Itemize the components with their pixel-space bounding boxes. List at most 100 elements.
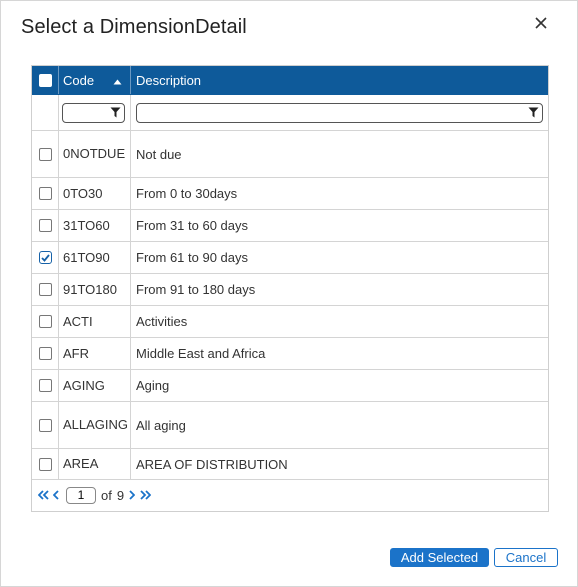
row-checkbox[interactable] bbox=[38, 457, 52, 471]
code-cell: AGING bbox=[59, 370, 131, 401]
column-header-code[interactable]: Code bbox=[59, 66, 131, 94]
row-checkbox[interactable] bbox=[38, 147, 52, 161]
select-all-checkbox[interactable] bbox=[38, 73, 52, 87]
cancel-button[interactable]: Cancel bbox=[494, 548, 558, 567]
row-checkbox[interactable] bbox=[38, 379, 52, 392]
description-cell: AREA OF DISTRIBUTION bbox=[131, 449, 548, 479]
table-row[interactable]: ACTI Activities bbox=[32, 306, 548, 338]
last-page-button[interactable] bbox=[139, 488, 152, 503]
description-value: Not due bbox=[136, 146, 182, 162]
column-header-description-label: Description bbox=[136, 72, 202, 88]
code-cell: 31TO60 bbox=[59, 210, 131, 241]
row-checkbox[interactable] bbox=[38, 187, 52, 200]
filter-icon[interactable] bbox=[108, 107, 124, 118]
row-checkbox[interactable] bbox=[38, 283, 52, 296]
description-value: All aging bbox=[136, 417, 186, 433]
row-select-cell bbox=[32, 274, 59, 305]
page-number-input[interactable] bbox=[66, 486, 96, 504]
row-select-cell bbox=[32, 242, 59, 273]
row-checkbox[interactable] bbox=[38, 418, 52, 432]
row-checkbox[interactable] bbox=[38, 347, 52, 360]
grid-header-row: Code Description bbox=[32, 66, 548, 95]
description-value: From 31 to 60 days bbox=[136, 218, 248, 233]
description-value: From 61 to 90 days bbox=[136, 250, 248, 265]
table-row[interactable]: 91TO180 From 91 to 180 days bbox=[32, 274, 548, 306]
add-selected-button[interactable]: Add Selected bbox=[390, 548, 489, 567]
row-select-cell bbox=[32, 306, 59, 337]
close-icon bbox=[534, 16, 548, 35]
grid-body: 0NOTDUE Not due 0TO30 From 0 to 30days 31TO6… bbox=[32, 131, 548, 480]
first-page-button[interactable] bbox=[37, 488, 50, 503]
row-select-cell bbox=[32, 131, 59, 177]
close-button[interactable] bbox=[529, 13, 553, 37]
code-value: 0NOTDUE bbox=[63, 146, 126, 161]
row-checkbox[interactable] bbox=[38, 251, 52, 264]
description-cell: From 61 to 90 days bbox=[131, 242, 548, 273]
table-row[interactable]: ALLAGING All aging bbox=[32, 402, 548, 449]
description-filter-cell bbox=[131, 95, 548, 130]
code-value: AREA bbox=[63, 456, 99, 471]
dimension-detail-grid: Code Description 0NOTDUE Not due 0TO30 F… bbox=[31, 65, 549, 512]
code-value: ALLAGING bbox=[63, 417, 129, 432]
row-checkbox[interactable] bbox=[38, 315, 52, 328]
table-row[interactable]: 0TO30 From 0 to 30days bbox=[32, 178, 548, 210]
table-row[interactable]: 61TO90 From 61 to 90 days bbox=[32, 242, 548, 274]
pager: of 9 bbox=[32, 480, 548, 510]
code-cell: ACTI bbox=[59, 306, 131, 337]
description-cell: Not due bbox=[131, 131, 548, 177]
code-value: 61TO90 bbox=[63, 249, 110, 265]
description-cell: From 0 to 30days bbox=[131, 178, 548, 209]
last-page-icon bbox=[139, 488, 152, 503]
table-row[interactable]: AGING Aging bbox=[32, 370, 548, 402]
code-cell: 61TO90 bbox=[59, 242, 131, 273]
grid-filter-row bbox=[32, 95, 548, 131]
filter-icon[interactable] bbox=[526, 107, 542, 118]
table-row[interactable]: 31TO60 From 31 to 60 days bbox=[32, 210, 548, 242]
code-cell: AREA bbox=[59, 449, 131, 479]
table-row[interactable]: AFR Middle East and Africa bbox=[32, 338, 548, 370]
description-cell: Middle East and Africa bbox=[131, 338, 548, 369]
description-value: Activities bbox=[136, 314, 188, 329]
code-cell: ALLAGING bbox=[59, 402, 131, 448]
row-select-cell bbox=[32, 178, 59, 209]
previous-page-button[interactable] bbox=[52, 488, 60, 503]
code-value: AFR bbox=[63, 345, 89, 361]
checkmark-icon bbox=[40, 253, 50, 262]
code-value: 91TO180 bbox=[63, 281, 117, 297]
dialog-title: Select a DimensionDetail bbox=[21, 16, 247, 38]
description-cell: All aging bbox=[131, 402, 548, 448]
code-filter-input[interactable] bbox=[63, 104, 108, 121]
row-select-cell bbox=[32, 402, 59, 448]
sort-ascending-icon bbox=[113, 73, 122, 88]
code-value: 31TO60 bbox=[63, 217, 110, 233]
row-checkbox[interactable] bbox=[38, 219, 52, 232]
code-filter-cell bbox=[59, 95, 131, 130]
table-row[interactable]: AREA AREA OF DISTRIBUTION bbox=[32, 449, 548, 480]
description-value: Middle East and Africa bbox=[136, 346, 266, 361]
description-value: From 91 to 180 days bbox=[136, 282, 256, 297]
description-filter bbox=[136, 102, 543, 123]
next-page-button[interactable] bbox=[128, 488, 136, 503]
code-filter bbox=[62, 102, 125, 123]
code-value: ACTI bbox=[63, 313, 93, 329]
row-select-cell bbox=[32, 210, 59, 241]
row-select-cell bbox=[32, 449, 59, 479]
code-cell: 91TO180 bbox=[59, 274, 131, 305]
first-page-icon bbox=[37, 488, 50, 503]
select-dimension-detail-dialog: Select a DimensionDetail Code Descriptio… bbox=[0, 0, 578, 587]
row-select-cell bbox=[32, 370, 59, 401]
total-pages: 9 bbox=[116, 487, 125, 503]
row-select-cell bbox=[32, 338, 59, 369]
description-value: From 0 to 30days bbox=[136, 186, 238, 201]
column-header-code-label: Code bbox=[63, 72, 95, 88]
description-cell: From 31 to 60 days bbox=[131, 210, 548, 241]
table-row[interactable]: 0NOTDUE Not due bbox=[32, 131, 548, 178]
page-of-label: of bbox=[101, 487, 112, 503]
previous-page-icon bbox=[52, 488, 60, 503]
description-filter-input[interactable] bbox=[137, 104, 526, 121]
description-value: Aging bbox=[136, 378, 170, 393]
column-header-description[interactable]: Description bbox=[131, 66, 548, 94]
code-cell: 0TO30 bbox=[59, 178, 131, 209]
code-value: AGING bbox=[63, 377, 105, 393]
code-value: 0TO30 bbox=[63, 185, 103, 201]
